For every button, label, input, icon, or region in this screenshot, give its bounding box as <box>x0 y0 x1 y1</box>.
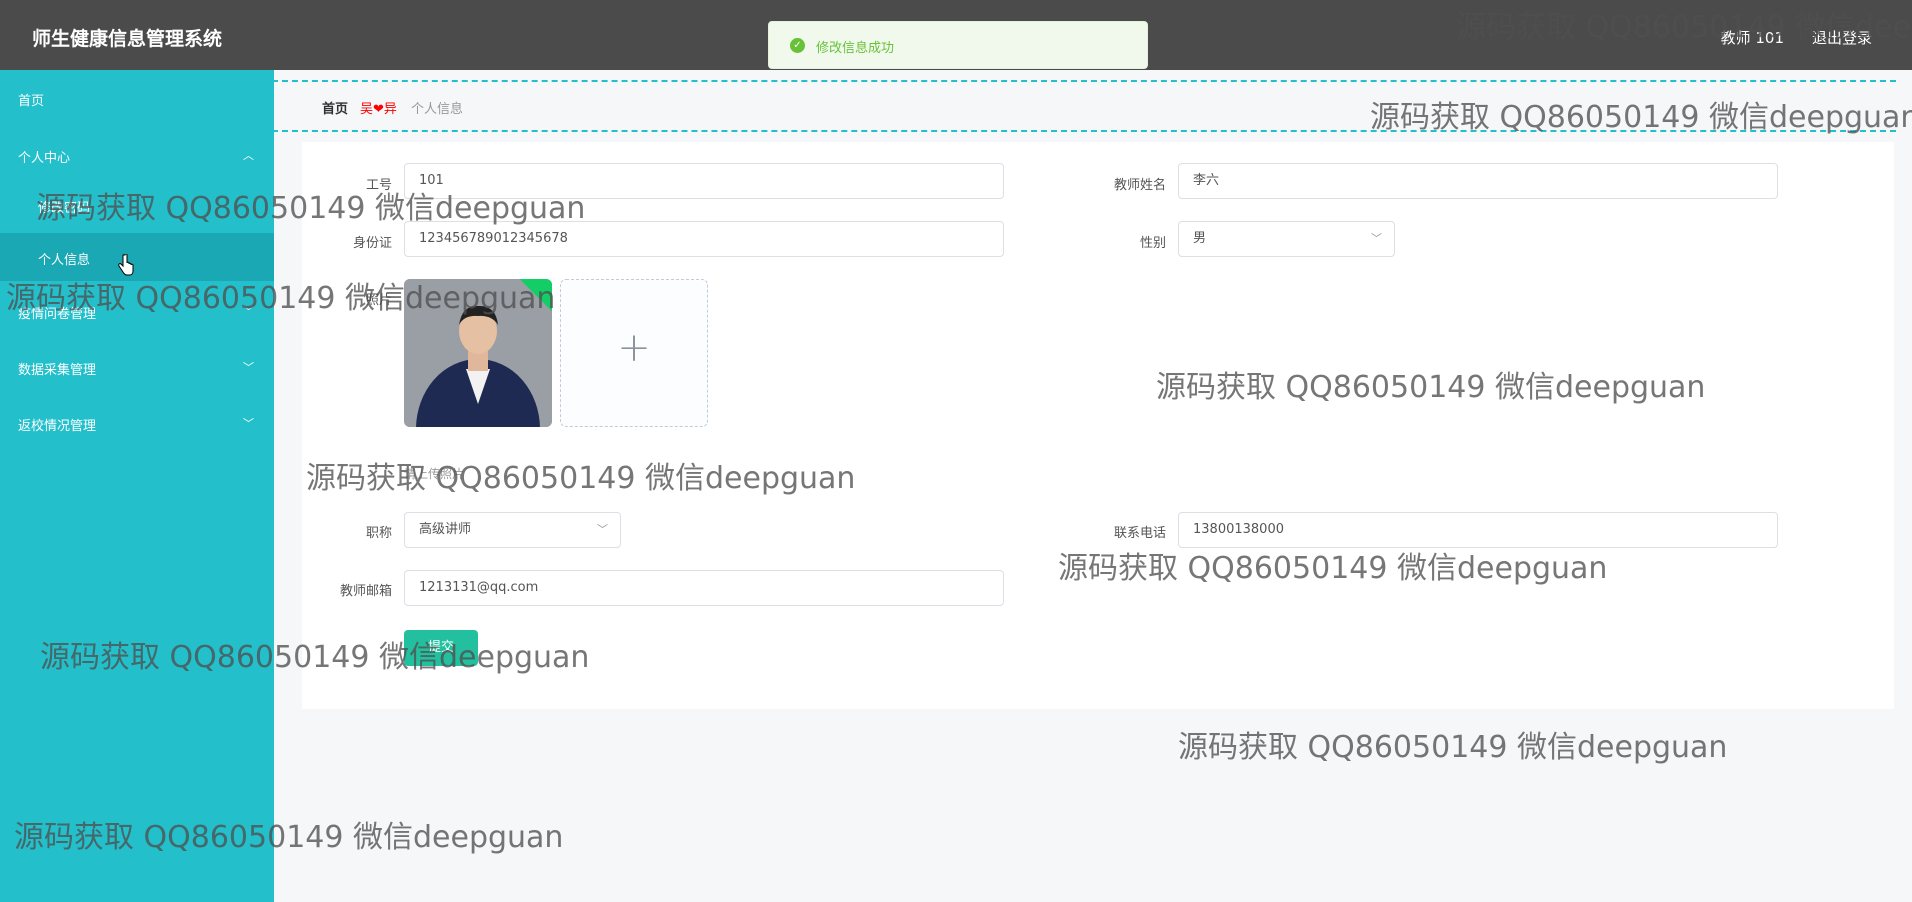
teacher-name-label: 教师姓名 <box>1113 178 1166 193</box>
sidebar-item-return-school[interactable]: 返校情况管理 ﹀ <box>0 415 274 435</box>
upload-tip: 请上传照片 <box>404 467 465 481</box>
photo-label: 照片 <box>365 293 392 308</box>
gender-select-value: 男 <box>1193 231 1207 246</box>
hand-cursor-icon <box>118 254 134 276</box>
logout-link[interactable]: 退出登录 <box>1812 27 1872 48</box>
photo-upload-button[interactable]: + <box>560 279 708 427</box>
toast-message: 修改信息成功 <box>816 41 895 56</box>
sidebar-item-label: 返校情况管理 <box>18 419 97 434</box>
breadcrumb-separator: 吴❤异 <box>360 102 397 117</box>
chevron-down-icon: ﹀ <box>243 305 254 318</box>
idcard-field[interactable]: 123456789012345678 <box>404 221 1004 257</box>
success-check-icon: ✓ <box>790 38 805 53</box>
sidebar-item-label: 修改密码 <box>38 201 91 216</box>
sidebar-item-label: 个人信息 <box>38 253 91 268</box>
job-title-select[interactable]: 高级讲师 ﹀ <box>404 512 621 548</box>
sidebar-item-data-collection[interactable]: 数据采集管理 ﹀ <box>0 359 274 379</box>
chevron-up-icon: ︿ <box>243 149 254 162</box>
breadcrumb-home[interactable]: 首页 <box>322 98 348 117</box>
uploaded-photo <box>404 279 552 427</box>
sidebar-item-personal-info[interactable]: 个人信息 <box>0 233 274 281</box>
breadcrumb: 首页 吴❤异 个人信息 <box>272 80 1896 132</box>
current-user-label: 教师 101 <box>1720 29 1784 47</box>
sidebar-item-label: 疫情问卷管理 <box>18 307 97 322</box>
sidebar-item-personal-center[interactable]: 个人中心 ︿ <box>0 147 274 167</box>
email-label: 教师邮箱 <box>339 584 392 599</box>
chevron-down-icon: ﹀ <box>243 417 254 430</box>
phone-label: 联系电话 <box>1113 526 1166 541</box>
teacher-name-field[interactable]: 李六 <box>1178 163 1778 199</box>
job-title-select-value: 高级讲师 <box>419 522 472 537</box>
sidebar-item-label: 数据采集管理 <box>18 363 97 378</box>
person-photo-image <box>404 279 552 427</box>
sidebar-item-home[interactable]: 首页 <box>0 90 274 110</box>
chevron-down-icon: ﹀ <box>1371 232 1382 245</box>
sidebar-item-change-password[interactable]: 修改密码 <box>0 197 274 219</box>
gonghao-field[interactable]: 101 <box>404 163 1004 199</box>
sidebar: 首页 个人中心 ︿ 修改密码 个人信息 疫情问卷管理 ﹀ 数据采集管理 ﹀ 返校… <box>0 70 274 902</box>
chevron-down-icon: ﹀ <box>597 523 608 536</box>
gonghao-label: 工号 <box>365 178 392 193</box>
success-toast: ✓ 修改信息成功 <box>768 21 1148 69</box>
gender-label: 性别 <box>1139 236 1166 251</box>
breadcrumb-current: 个人信息 <box>411 102 464 117</box>
job-title-label: 职称 <box>365 526 392 541</box>
watermark-text: 源码获取 QQ86050149 微信deepguan <box>1178 730 1728 765</box>
sidebar-item-label: 个人中心 <box>18 151 71 166</box>
app-title: 师生健康信息管理系统 <box>32 28 223 50</box>
idcard-label: 身份证 <box>352 236 392 251</box>
phone-field[interactable]: 13800138000 <box>1178 512 1778 548</box>
sidebar-item-survey[interactable]: 疫情问卷管理 ﹀ <box>0 303 274 323</box>
plus-icon: + <box>617 325 651 371</box>
submit-button[interactable]: 提交 <box>404 630 478 666</box>
chevron-down-icon: ﹀ <box>243 361 254 374</box>
gender-select[interactable]: 男 ﹀ <box>1178 221 1395 257</box>
email-field[interactable]: 1213131@qq.com <box>404 570 1004 606</box>
sidebar-item-label: 首页 <box>18 94 45 109</box>
